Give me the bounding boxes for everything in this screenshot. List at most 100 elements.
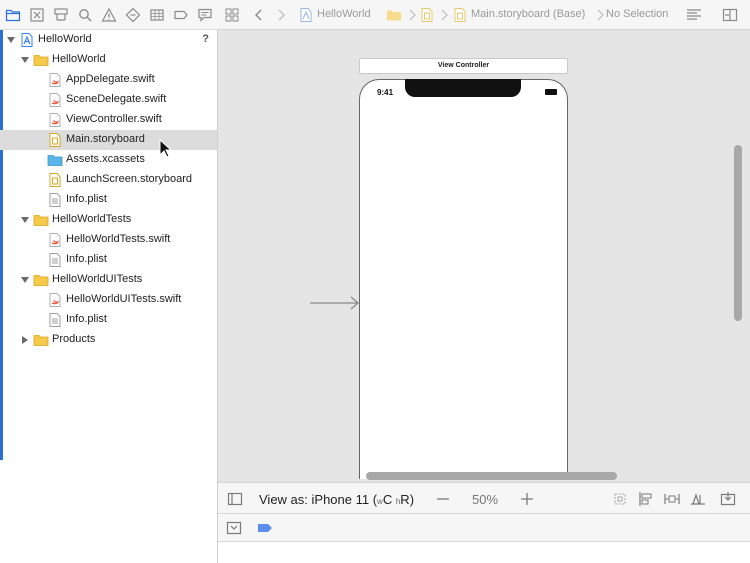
- folder-icon: [33, 212, 49, 228]
- split-editor-icon[interactable]: [722, 7, 738, 23]
- initial-view-controller-arrow-icon[interactable]: [310, 296, 360, 310]
- view-as-label: View as: iPhone 11 (: [259, 492, 378, 507]
- hide-debug-area-icon[interactable]: [226, 520, 242, 536]
- view-as-device-button[interactable]: View as: iPhone 11 (wC hR): [259, 492, 414, 507]
- editor-options-icon[interactable]: [686, 7, 702, 23]
- breadcrumb-separator-icon: [404, 7, 420, 23]
- navigator-toolbar: [0, 0, 218, 30]
- editor-jump-bar: HelloWorld Main.storyboard (Base) No Sel…: [218, 0, 750, 30]
- tree-row-file[interactable]: Assets.xcassets: [0, 150, 217, 170]
- find-navigator-icon[interactable]: [77, 7, 93, 23]
- breadcrumb-separator-icon: [436, 7, 452, 23]
- related-items-icon[interactable]: [224, 7, 240, 23]
- document-outline-toggle-icon[interactable]: [227, 491, 243, 507]
- folder-icon: [386, 7, 402, 23]
- tree-row-label: SceneDelegate.swift: [66, 93, 167, 105]
- tree-row-group[interactable]: HelloWorldTests: [0, 210, 217, 230]
- tree-row-label: AppDelegate.swift: [66, 73, 155, 85]
- tree-row-file[interactable]: ViewController.swift: [0, 110, 217, 130]
- breakpoint-navigator-icon[interactable]: [173, 7, 189, 23]
- swift-file-icon: [47, 112, 63, 128]
- symbol-navigator-icon[interactable]: [53, 7, 69, 23]
- report-navigator-icon[interactable]: [197, 7, 213, 23]
- plist-file-icon: [47, 252, 63, 268]
- resolve-auto-layout-icon[interactable]: [690, 491, 706, 507]
- breakpoints-toggle-icon[interactable]: [257, 520, 273, 536]
- tree-row-label: Info.plist: [66, 253, 107, 265]
- test-navigator-icon[interactable]: [125, 7, 141, 23]
- zoom-in-icon[interactable]: [519, 491, 535, 507]
- tree-row-label: Assets.xcassets: [66, 153, 145, 165]
- tree-row-file[interactable]: AppDelegate.swift: [0, 70, 217, 90]
- tree-row-label: Info.plist: [66, 313, 107, 325]
- plist-file-icon: [47, 312, 63, 328]
- tree-row-label: LaunchScreen.storyboard: [66, 173, 192, 185]
- tree-row-file[interactable]: Info.plist: [0, 310, 217, 330]
- tree-row-label: HelloWorldTests.swift: [66, 233, 171, 245]
- align-icon[interactable]: [638, 491, 654, 507]
- back-chevron-icon[interactable]: [251, 7, 267, 23]
- add-constraints-icon[interactable]: [664, 491, 680, 507]
- project-navigator-icon[interactable]: [5, 7, 21, 23]
- folder-icon: [33, 272, 49, 288]
- disclosure-expanded-icon[interactable]: [20, 55, 30, 65]
- tree-row-file-selected[interactable]: Main.storyboard: [0, 130, 217, 150]
- swift-file-icon: [47, 92, 63, 108]
- tree-row-label: HelloWorld: [52, 53, 106, 65]
- tree-row-group[interactable]: Products: [0, 330, 217, 350]
- disclosure-expanded-icon[interactable]: [6, 35, 16, 45]
- device-configuration-bar: View as: iPhone 11 (wC hR) 50%: [218, 482, 750, 514]
- storyboard-file-icon: [452, 7, 468, 23]
- horizontal-scrollbar[interactable]: [366, 472, 617, 480]
- tree-row-file[interactable]: LaunchScreen.storyboard: [0, 170, 217, 190]
- update-frames-icon[interactable]: [612, 491, 628, 507]
- debug-console-area: [218, 542, 750, 563]
- disclosure-collapsed-icon[interactable]: [20, 335, 30, 345]
- forward-chevron-icon[interactable]: [273, 7, 289, 23]
- tree-row-label: HelloWorld: [38, 33, 92, 45]
- mouse-pointer-icon: [159, 139, 173, 158]
- tree-row-label: Products: [52, 333, 96, 345]
- breadcrumb-project[interactable]: HelloWorld: [317, 8, 371, 20]
- folder-icon: [33, 52, 49, 68]
- breadcrumb-file[interactable]: Main.storyboard (Base): [471, 8, 585, 20]
- tree-row-group[interactable]: HelloWorld: [0, 50, 217, 70]
- project-navigator: HelloWorld ? HelloWorld AppDelegate.swif…: [0, 0, 218, 563]
- storyboard-file-icon: [47, 172, 63, 188]
- tree-row-file[interactable]: Info.plist: [0, 250, 217, 270]
- storyboard-canvas[interactable]: View Controller 9:41: [218, 30, 750, 482]
- status-badge: ?: [202, 33, 209, 45]
- tree-row-label: ViewController.swift: [66, 113, 162, 125]
- disclosure-expanded-icon[interactable]: [20, 215, 30, 225]
- scene-title-bar[interactable]: View Controller: [359, 58, 568, 74]
- breadcrumb-selection[interactable]: No Selection: [606, 8, 668, 20]
- status-bar-time: 9:41: [377, 88, 394, 97]
- issue-navigator-icon[interactable]: [101, 7, 117, 23]
- storyboard-file-icon: [47, 132, 63, 148]
- vertical-scrollbar[interactable]: [734, 145, 742, 321]
- iphone-scene[interactable]: 9:41: [359, 79, 568, 479]
- plist-file-icon: [47, 192, 63, 208]
- storyboard-file-icon: [419, 7, 435, 23]
- tree-row-file[interactable]: HelloWorldTests.swift: [0, 230, 217, 250]
- view-as-suffix: ): [409, 492, 415, 507]
- disclosure-expanded-icon[interactable]: [20, 275, 30, 285]
- source-control-navigator-icon[interactable]: [29, 7, 45, 23]
- tree-row-file[interactable]: SceneDelegate.swift: [0, 90, 217, 110]
- folder-icon: [33, 332, 49, 348]
- debug-navigator-icon[interactable]: [149, 7, 165, 23]
- tree-row-file[interactable]: HelloWorldUITests.swift: [0, 290, 217, 310]
- tree-row-project[interactable]: HelloWorld ?: [0, 30, 217, 50]
- tree-row-file[interactable]: Info.plist: [0, 190, 217, 210]
- tree-row-label: Info.plist: [66, 193, 107, 205]
- tree-row-label: HelloWorldUITests.swift: [66, 293, 182, 305]
- assets-folder-icon: [47, 152, 63, 168]
- swift-file-icon: [47, 292, 63, 308]
- embed-in-icon[interactable]: [720, 491, 736, 507]
- project-icon: [19, 32, 35, 48]
- zoom-level: 50%: [472, 492, 499, 507]
- zoom-out-icon[interactable]: [435, 491, 451, 507]
- project-icon: [298, 7, 314, 23]
- debug-area-bar: [218, 514, 750, 542]
- tree-row-group[interactable]: HelloWorldUITests: [0, 270, 217, 290]
